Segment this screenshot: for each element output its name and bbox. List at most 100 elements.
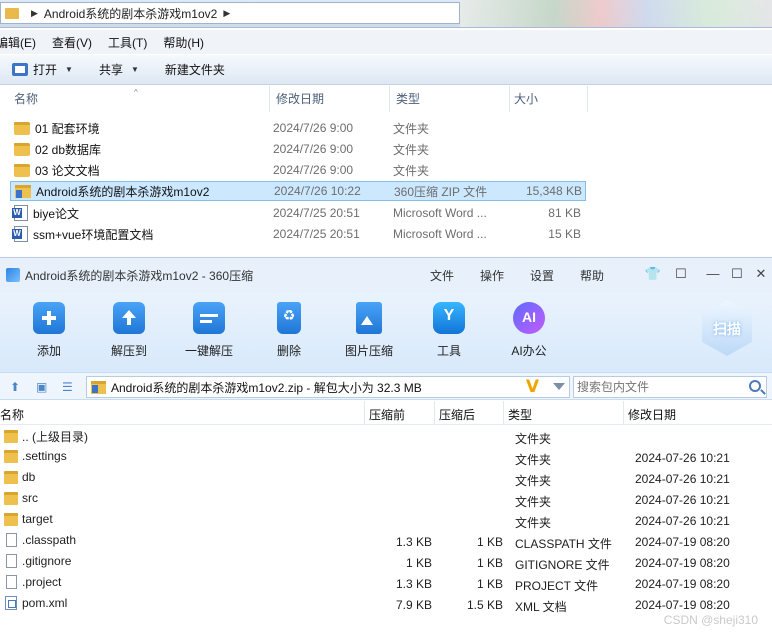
menu-edit[interactable]: 编辑(E) (0, 34, 36, 51)
chevron-down-icon: ▼ (65, 65, 73, 74)
search-input[interactable] (574, 377, 734, 397)
menu-view[interactable]: 查看(V) (52, 34, 92, 51)
image-compress-button[interactable]: 图片压缩 (334, 302, 404, 359)
chevron-right-icon[interactable]: ▶ (31, 8, 38, 19)
scan-button[interactable]: 扫描 (702, 300, 752, 356)
file-row[interactable]: 03 论文文档 2024/7/26 9:00 文件夹 (10, 160, 586, 180)
maximize-icon[interactable]: ☐ (728, 266, 746, 282)
file-icon (6, 533, 17, 547)
entry-modified: 2024-07-26 10:21 (635, 451, 730, 465)
menu-help[interactable]: 帮助(H) (163, 34, 204, 51)
folder-icon (14, 142, 30, 156)
column-divider[interactable] (364, 401, 365, 425)
zip-title-bar: Android系统的剧本杀游戏m1ov2 - 360压缩 文件 操作 设置 帮助… (0, 258, 772, 292)
menu-help[interactable]: 帮助 (580, 267, 604, 284)
column-divider[interactable] (623, 401, 624, 425)
column-name[interactable]: 名称 (0, 406, 24, 423)
column-before[interactable]: 压缩前 (369, 406, 405, 423)
new-folder-label: 新建文件夹 (164, 63, 225, 77)
entry-modified: 2024-07-26 10:21 (635, 493, 730, 507)
file-name: 03 论文文档 (35, 163, 100, 178)
zip-column-header: 名称 压缩前 压缩后 类型 修改日期 (0, 401, 772, 425)
word-document-icon (12, 205, 28, 221)
column-type[interactable]: 类型 (508, 406, 532, 423)
column-modified[interactable]: 修改日期 (270, 86, 390, 112)
search-icon[interactable] (749, 380, 761, 392)
zip-toolbar: 添加 解压到 一键解压 删除 图片压缩 工具 (0, 292, 772, 372)
file-type: 文件夹 (393, 142, 430, 157)
entry-type: 文件夹 (515, 495, 552, 509)
menu-tools[interactable]: 工具(T) (108, 34, 147, 51)
address-box[interactable]: ▶ Android系统的剧本杀游戏m1ov2 ▶ (0, 2, 460, 24)
file-row[interactable]: 02 db数据库 2024/7/26 9:00 文件夹 (10, 139, 586, 159)
zip-row[interactable]: .gitignore 1 KB 1 KB GITIGNORE 文件 2024-0… (0, 552, 772, 573)
menu-operate[interactable]: 操作 (480, 267, 504, 284)
file-name: ssm+vue环境配置文档 (33, 227, 154, 242)
zip-row[interactable]: db 文件夹 2024-07-26 10:21 (0, 468, 772, 489)
file-row[interactable]: 01 配套环境 2024/7/26 9:00 文件夹 (10, 118, 586, 138)
file-row-selected[interactable]: Android系统的剧本杀游戏m1ov2 2024/7/26 10:22 360… (10, 181, 586, 201)
menu-settings[interactable]: 设置 (530, 267, 554, 284)
zip-row[interactable]: .settings 文件夹 2024-07-26 10:21 (0, 447, 772, 468)
archive-path-box[interactable]: Android系统的剧本杀游戏m1ov2.zip - 解包大小为 32.3 MB… (86, 376, 570, 398)
view-icon[interactable]: ▣ (36, 380, 47, 394)
file-name: Android系统的剧本杀游戏m1ov2 (36, 184, 210, 199)
ai-office-button[interactable]: AI办公 (494, 302, 564, 359)
delete-button[interactable]: 删除 (254, 302, 324, 359)
zip-row[interactable]: target 文件夹 2024-07-26 10:21 (0, 510, 772, 531)
feedback-icon[interactable]: ☐ (672, 266, 690, 282)
zip-row[interactable]: .. (上级目录) 文件夹 (0, 426, 772, 447)
folder-icon (4, 430, 18, 443)
folder-icon (14, 121, 30, 135)
one-click-extract-label: 一键解压 (184, 344, 233, 358)
column-size[interactable]: 大小 (510, 86, 588, 112)
breadcrumb-item[interactable]: Android系统的剧本杀游戏m1ov2 (44, 5, 217, 22)
file-size: 81 KB (548, 206, 581, 220)
file-icon (6, 554, 17, 568)
explorer-menu-bar: 编辑(E) 查看(V) 工具(T) 帮助(H) (0, 30, 772, 54)
entry-type: 文件夹 (515, 432, 552, 446)
folder-icon (14, 163, 30, 177)
list-view-icon[interactable]: ☰ (62, 380, 73, 394)
entry-type: XML 文档 (515, 600, 567, 614)
skin-shirt-icon[interactable]: 👕 (644, 266, 662, 282)
column-after[interactable]: 压缩后 (439, 406, 475, 423)
entry-name: .gitignore (22, 554, 72, 568)
file-row[interactable]: ssm+vue环境配置文档 2024/7/25 20:51 Microsoft … (10, 224, 586, 244)
zip-row[interactable]: src 文件夹 2024-07-26 10:21 (0, 489, 772, 510)
chevron-right-icon[interactable]: ▶ (223, 8, 230, 19)
new-folder-button[interactable]: 新建文件夹 (165, 61, 225, 78)
zip-archive-icon (91, 380, 106, 394)
search-box[interactable] (573, 376, 767, 398)
open-button[interactable]: 打开 ▼ (12, 61, 73, 78)
window-title: Android系统的剧本杀游戏m1ov2 - 360压缩 (25, 268, 254, 283)
image-icon (356, 302, 382, 334)
close-icon[interactable]: ✕ (752, 266, 770, 282)
zip-row[interactable]: pom.xml 7.9 KB 1.5 KB XML 文档 2024-07-19 … (0, 594, 772, 615)
entry-name: target (22, 512, 53, 526)
explorer-column-header: ^ 名称 修改日期 类型 大小 (0, 86, 772, 112)
column-divider[interactable] (434, 401, 435, 425)
column-modified[interactable]: 修改日期 (628, 406, 676, 423)
column-divider[interactable] (503, 401, 504, 425)
entry-modified: 2024-07-19 08:20 (635, 556, 730, 570)
entry-type: PROJECT 文件 (515, 579, 599, 593)
open-icon (12, 63, 28, 76)
entry-modified: 2024-07-19 08:20 (635, 577, 730, 591)
one-click-extract-button[interactable]: 一键解压 (174, 302, 244, 359)
minimize-icon[interactable]: — (704, 266, 722, 281)
up-arrow-icon[interactable]: ⬆ (10, 380, 20, 394)
menu-file[interactable]: 文件 (430, 267, 454, 284)
column-type[interactable]: 类型 (390, 86, 510, 112)
entry-name: .settings (22, 449, 67, 463)
column-name[interactable]: ^ 名称 (0, 86, 270, 112)
chevron-down-icon[interactable] (553, 383, 565, 390)
add-button[interactable]: 添加 (14, 302, 84, 359)
file-row[interactable]: biye论文 2024/7/25 20:51 Microsoft Word ..… (10, 203, 586, 223)
share-button[interactable]: 共享 ▼ (99, 61, 139, 78)
v-logo-icon[interactable]: V (526, 377, 539, 397)
zip-row[interactable]: .project 1.3 KB 1 KB PROJECT 文件 2024-07-… (0, 573, 772, 594)
zip-row[interactable]: .classpath 1.3 KB 1 KB CLASSPATH 文件 2024… (0, 531, 772, 552)
tools-button[interactable]: 工具 (414, 302, 484, 359)
extract-to-button[interactable]: 解压到 (94, 302, 164, 359)
